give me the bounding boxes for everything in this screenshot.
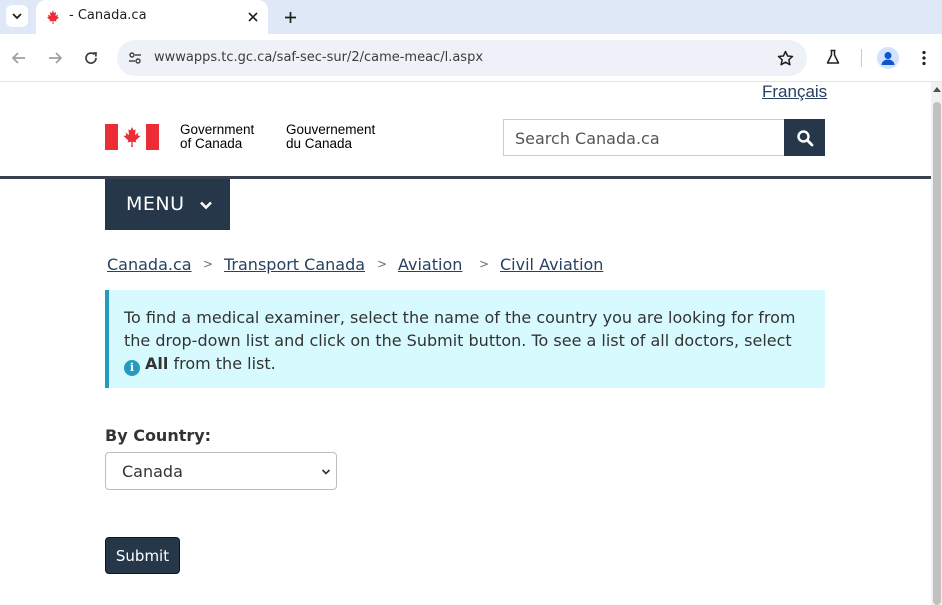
close-icon — [248, 12, 258, 22]
government-of-canada-signature[interactable]: Government of Canada Gouvernement du Can… — [105, 123, 395, 153]
reload-button[interactable] — [79, 46, 103, 70]
language-toggle-link[interactable]: Français — [762, 82, 827, 102]
profile-icon — [881, 52, 895, 65]
signature-en-line1: Government — [180, 122, 255, 137]
forward-arrow-icon — [49, 52, 63, 64]
submit-button[interactable]: Submit — [105, 537, 180, 574]
search-button[interactable] — [784, 119, 825, 156]
browser-tab[interactable]: - Canada.ca — [36, 0, 268, 34]
page-scrollbar[interactable] — [931, 82, 942, 605]
info-alert: To find a medical examiner, select the n… — [105, 290, 825, 388]
chevron-down-icon — [12, 13, 22, 20]
back-arrow-icon — [11, 52, 25, 64]
search-placeholder: Search Canada.ca — [515, 129, 660, 148]
canada-flag-icon — [105, 124, 159, 150]
maple-leaf-favicon — [47, 10, 59, 24]
search-input[interactable]: Search Canada.ca — [503, 119, 785, 156]
tab-close-button[interactable] — [244, 8, 262, 26]
breadcrumb-item-aviation[interactable]: Aviation — [398, 255, 462, 274]
tab-strip: - Canada.ca — [0, 0, 942, 34]
signature-french: Gouvernement du Canada — [286, 123, 375, 151]
address-bar[interactable]: wwwapps.tc.gc.ca/saf-sec-sur/2/came-meac… — [117, 40, 807, 76]
labs-button[interactable] — [822, 46, 844, 68]
country-label: By Country: — [105, 426, 212, 445]
back-button[interactable] — [7, 46, 31, 70]
alert-text-after: from the list. — [173, 354, 276, 373]
menu-label: MENU — [126, 193, 185, 215]
tab-search-button[interactable] — [6, 5, 28, 27]
plus-icon — [284, 11, 296, 23]
signature-en-line2: of Canada — [180, 136, 243, 151]
toolbar-divider — [861, 49, 862, 67]
bookmark-button[interactable] — [775, 48, 795, 68]
scroll-up-arrow-icon[interactable] — [933, 87, 941, 92]
submit-label: Submit — [115, 547, 170, 565]
browser-menu-button[interactable] — [914, 47, 934, 69]
search-icon — [796, 129, 813, 146]
site-info-button[interactable] — [124, 47, 146, 69]
breadcrumb-separator: > — [479, 257, 490, 271]
alert-text: To find a medical examiner, select the n… — [124, 306, 814, 376]
alert-text-before: To find a medical examiner, select the n… — [124, 308, 796, 350]
page-content: Français Government of Canada Gouverneme… — [0, 82, 931, 605]
signature-fr-line1: Gouvernement — [286, 122, 376, 137]
url-text[interactable]: wwwapps.tc.gc.ca/saf-sec-sur/2/came-meac… — [154, 50, 483, 65]
forward-button[interactable] — [43, 46, 67, 70]
country-select-value: Canada — [122, 462, 183, 481]
breadcrumb-separator: > — [377, 257, 388, 271]
main-menu-button[interactable]: MENU — [105, 179, 230, 230]
kebab-menu-icon — [922, 50, 926, 66]
breadcrumb-item-civil-aviation[interactable]: Civil Aviation — [500, 255, 603, 274]
reload-icon — [85, 52, 97, 64]
site-info-icon — [129, 52, 141, 64]
breadcrumb-item-canada[interactable]: Canada.ca — [107, 255, 192, 274]
breadcrumb-separator: > — [203, 257, 214, 271]
breadcrumb-item-transport-canada[interactable]: Transport Canada — [224, 255, 365, 274]
browser-toolbar: wwwapps.tc.gc.ca/saf-sec-sur/2/came-meac… — [0, 34, 942, 82]
profile-button[interactable] — [877, 47, 899, 69]
scrollbar-thumb[interactable] — [933, 102, 941, 605]
chevron-down-icon — [200, 201, 212, 210]
tab-title: - Canada.ca — [69, 8, 147, 23]
chevron-down-icon — [321, 469, 331, 475]
country-select[interactable]: Canada — [105, 452, 337, 490]
alert-strong-all: All — [145, 354, 169, 373]
new-tab-button[interactable] — [279, 6, 301, 28]
signature-fr-line2: du Canada — [286, 136, 353, 151]
labs-flask-icon — [826, 49, 840, 64]
star-icon — [777, 50, 793, 65]
signature-english: Government of Canada — [180, 123, 254, 151]
info-icon: i — [124, 360, 140, 376]
